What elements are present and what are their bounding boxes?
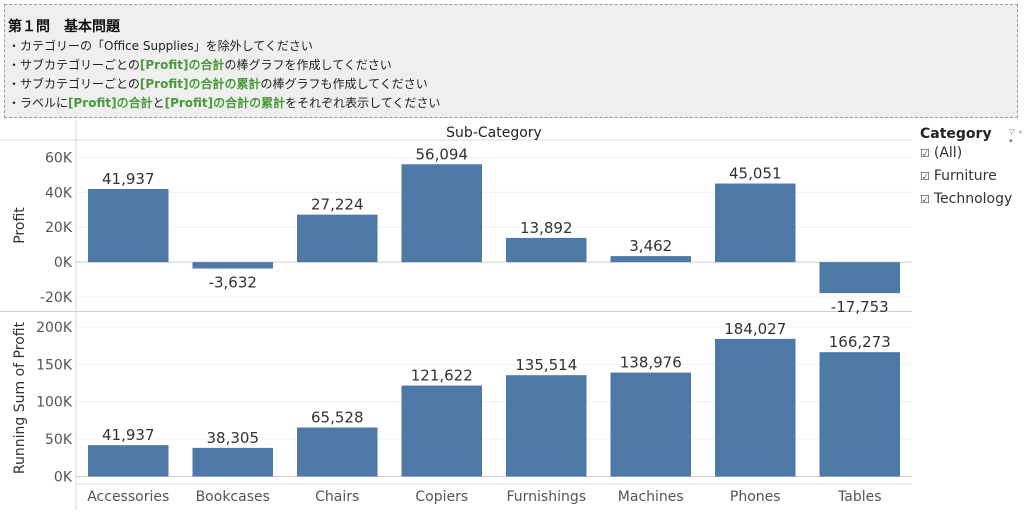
instruction-text: と: [152, 96, 165, 110]
instruction-text: をそれぞれ表示してください: [285, 96, 441, 110]
instruction-text: ・サブカテゴリーごとの: [8, 77, 140, 91]
instruction-text: ・サブカテゴリーごとの: [8, 58, 140, 72]
bar-phones: [715, 338, 796, 477]
data-label: 121,622: [411, 367, 473, 385]
data-label: 13,892: [520, 219, 573, 237]
y-tick-label: 40K: [45, 185, 73, 201]
checkbox-checked-icon[interactable]: ☑: [920, 193, 930, 206]
data-label: 166,273: [829, 333, 891, 351]
y-axis-title: Profit: [12, 207, 28, 244]
bar-machines: [610, 372, 691, 477]
x-tick-label: Accessories: [87, 489, 169, 505]
legend-item-furniture[interactable]: ☑ Furniture: [920, 165, 1024, 188]
bar-tables: [819, 262, 900, 294]
task-lines: ・カテゴリーの「Office Supplies」を除外してください ・サブカテゴリ…: [8, 37, 1017, 113]
y-tick-label: 100K: [36, 395, 73, 411]
x-tick-label: Furnishings: [506, 489, 586, 505]
legend-item-technology[interactable]: ☑ Technology: [920, 188, 1024, 211]
x-tick-label: Copiers: [415, 489, 468, 505]
y-tick-label: 0K: [54, 255, 73, 271]
bar-furnishings: [506, 237, 587, 263]
y-tick-label: 200K: [36, 320, 73, 336]
bar-copiers: [401, 385, 482, 477]
bar-accessories: [88, 445, 169, 477]
task-line-3: ・サブカテゴリーごとの[Profit]の合計の累計の棒グラフも作成してください: [8, 75, 1017, 94]
legend-tools-icon[interactable]: ▽ ⌕ ▾: [1009, 128, 1024, 145]
y-tick-label: -20K: [40, 290, 73, 306]
x-tick-label: Machines: [618, 489, 684, 505]
checkbox-checked-icon[interactable]: ☑: [920, 147, 930, 160]
bar-chairs: [297, 427, 378, 477]
x-tick-label: Bookcases: [196, 489, 270, 505]
instruction-text: ・ラベルに: [8, 96, 69, 110]
task-line-2: ・サブカテゴリーごとの[Profit]の合計の棒グラフを作成してください: [8, 56, 1017, 75]
bar-furnishings: [506, 375, 587, 477]
highlight-text: [Profit]の合計: [139, 58, 225, 72]
x-tick-label: Tables: [837, 489, 882, 505]
data-label: 3,462: [629, 237, 672, 255]
bar-bookcases: [192, 262, 273, 269]
bar-phones: [715, 183, 796, 263]
chart: Sub-Category -20K 0K 20K 40K 60K Profit 41,937 -…: [0, 120, 912, 510]
data-label: 138,976: [620, 354, 682, 372]
data-label: 65,528: [311, 409, 364, 427]
data-label: 27,224: [311, 196, 364, 214]
data-label: -3,632: [209, 273, 257, 291]
y-tick-label: 60K: [45, 150, 73, 166]
y-tick-label: 150K: [36, 357, 73, 373]
y-axis-title: Running Sum of Profit: [12, 321, 28, 474]
instruction-text: ・カテゴリーの「Office Supplies」を除外してください: [8, 39, 313, 53]
x-tick-label: Chairs: [315, 489, 359, 505]
category-legend: Category ▽ ⌕ ▾ ☑ (All) ☑ Furniture ☑ Technolo…: [920, 126, 1024, 211]
legend-item-label: Furniture: [933, 168, 997, 184]
highlight-text: [Profit]の合計の累計: [139, 77, 261, 91]
bar-chairs: [297, 214, 378, 263]
instruction-text: の棒グラフも作成してください: [260, 77, 428, 91]
legend-item-all[interactable]: ☑ (All): [920, 142, 1024, 165]
data-label: -17,753: [831, 298, 889, 316]
data-label: 135,514: [515, 356, 577, 374]
chart-title: Sub-Category: [446, 125, 542, 141]
task-title: 第１問 基本問題: [8, 19, 120, 35]
checkbox-checked-icon[interactable]: ☑: [920, 170, 930, 183]
data-label: 56,094: [416, 145, 469, 163]
x-tick-label: Phones: [730, 489, 781, 505]
legend-item-label: Technology: [933, 191, 1013, 207]
data-label: 184,027: [724, 320, 786, 338]
data-label: 45,051: [729, 165, 782, 183]
legend-items: ☑ (All) ☑ Furniture ☑ Technology: [920, 142, 1024, 211]
data-label: 41,937: [102, 426, 155, 444]
bar-machines: [610, 256, 691, 263]
instruction-text: の棒グラフを作成してください: [224, 58, 392, 72]
bar-copiers: [401, 164, 482, 263]
highlight-text: [Profit]の合計: [68, 96, 153, 110]
task-instructions: 第１問 基本問題 ・カテゴリーの「Office Supplies」を除外してくだ…: [4, 4, 1018, 118]
highlight-text: [Profit]の合計の累計: [164, 96, 286, 110]
legend-item-label: (All): [933, 145, 963, 161]
task-line-4: ・ラベルに[Profit]の合計と[Profit]の合計の累計をそれぞれ表示して…: [8, 94, 1017, 113]
bar-bookcases: [192, 447, 273, 477]
data-label: 41,937: [102, 170, 155, 188]
bar-accessories: [88, 188, 169, 263]
data-label: 38,305: [207, 429, 260, 447]
y-tick-label: 0K: [54, 470, 73, 486]
y-tick-label: 50K: [45, 432, 73, 448]
y-tick-label: 20K: [45, 220, 73, 236]
task-line-1: ・カテゴリーの「Office Supplies」を除外してください: [8, 37, 1017, 56]
bar-tables: [819, 352, 900, 477]
